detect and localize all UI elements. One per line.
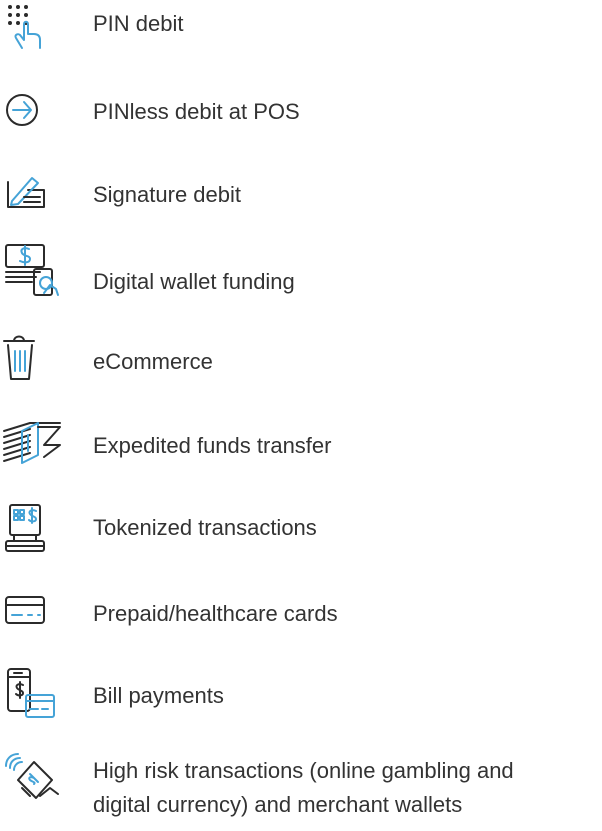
item-label-line1: High risk transactions (online gambling …: [93, 758, 514, 783]
item-label: PINless debit at POS: [93, 99, 300, 124]
card-icon: [0, 583, 66, 639]
arrow-circle-icon: [0, 81, 66, 137]
item-label: Tokenized transactions: [93, 515, 317, 540]
shopping-basket-icon: [0, 327, 66, 383]
item-label: PIN debit: [93, 11, 184, 36]
item-label: Bill payments: [93, 683, 224, 708]
contactless-payment-icon: [0, 748, 66, 804]
item-label: Digital wallet funding: [93, 269, 295, 294]
money-stack-icon: [0, 415, 66, 471]
item-label-line2: digital currency) and merchant wallets: [93, 792, 463, 817]
item-label: eCommerce: [93, 349, 213, 374]
pin-keypad-icon: [0, 0, 66, 56]
item-label: Expedited funds transfer: [93, 433, 332, 458]
phone-card-icon: [0, 665, 66, 721]
item-label: Prepaid/healthcare cards: [93, 601, 338, 626]
pos-terminal-icon: [0, 497, 66, 553]
item-label: Signature debit: [93, 182, 241, 207]
digital-wallet-icon: [0, 239, 66, 296]
signature-pen-icon: [0, 164, 66, 220]
